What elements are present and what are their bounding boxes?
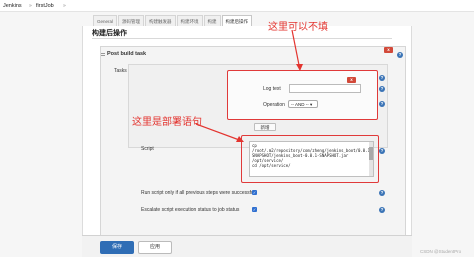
save-button[interactable]: 保存 bbox=[100, 241, 134, 254]
annotation-arrowhead bbox=[296, 64, 303, 71]
annotation-arrow-line bbox=[195, 123, 243, 142]
apply-button[interactable]: 应用 bbox=[138, 241, 172, 254]
watermark: CSDN @StudentPro bbox=[420, 249, 462, 254]
annotation-arrows bbox=[195, 29, 303, 142]
